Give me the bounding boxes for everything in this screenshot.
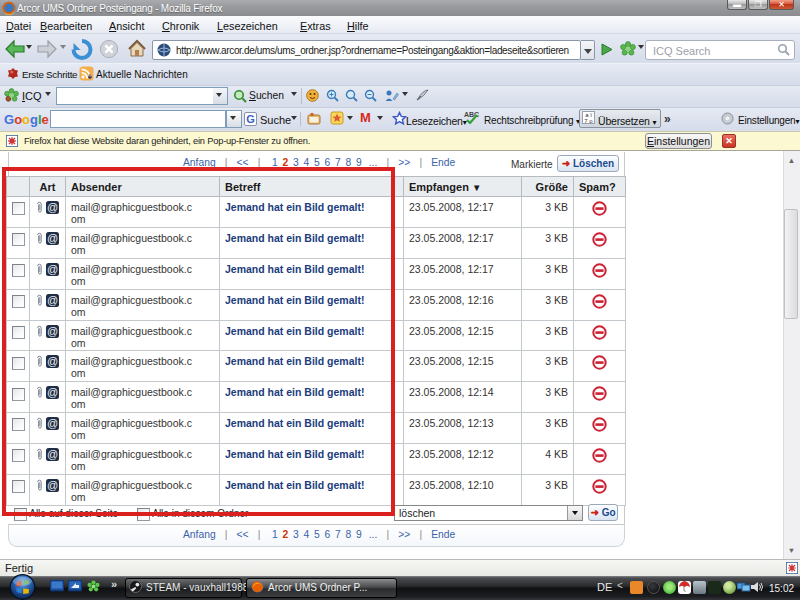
svg-text:ABC: ABC [464, 111, 479, 118]
